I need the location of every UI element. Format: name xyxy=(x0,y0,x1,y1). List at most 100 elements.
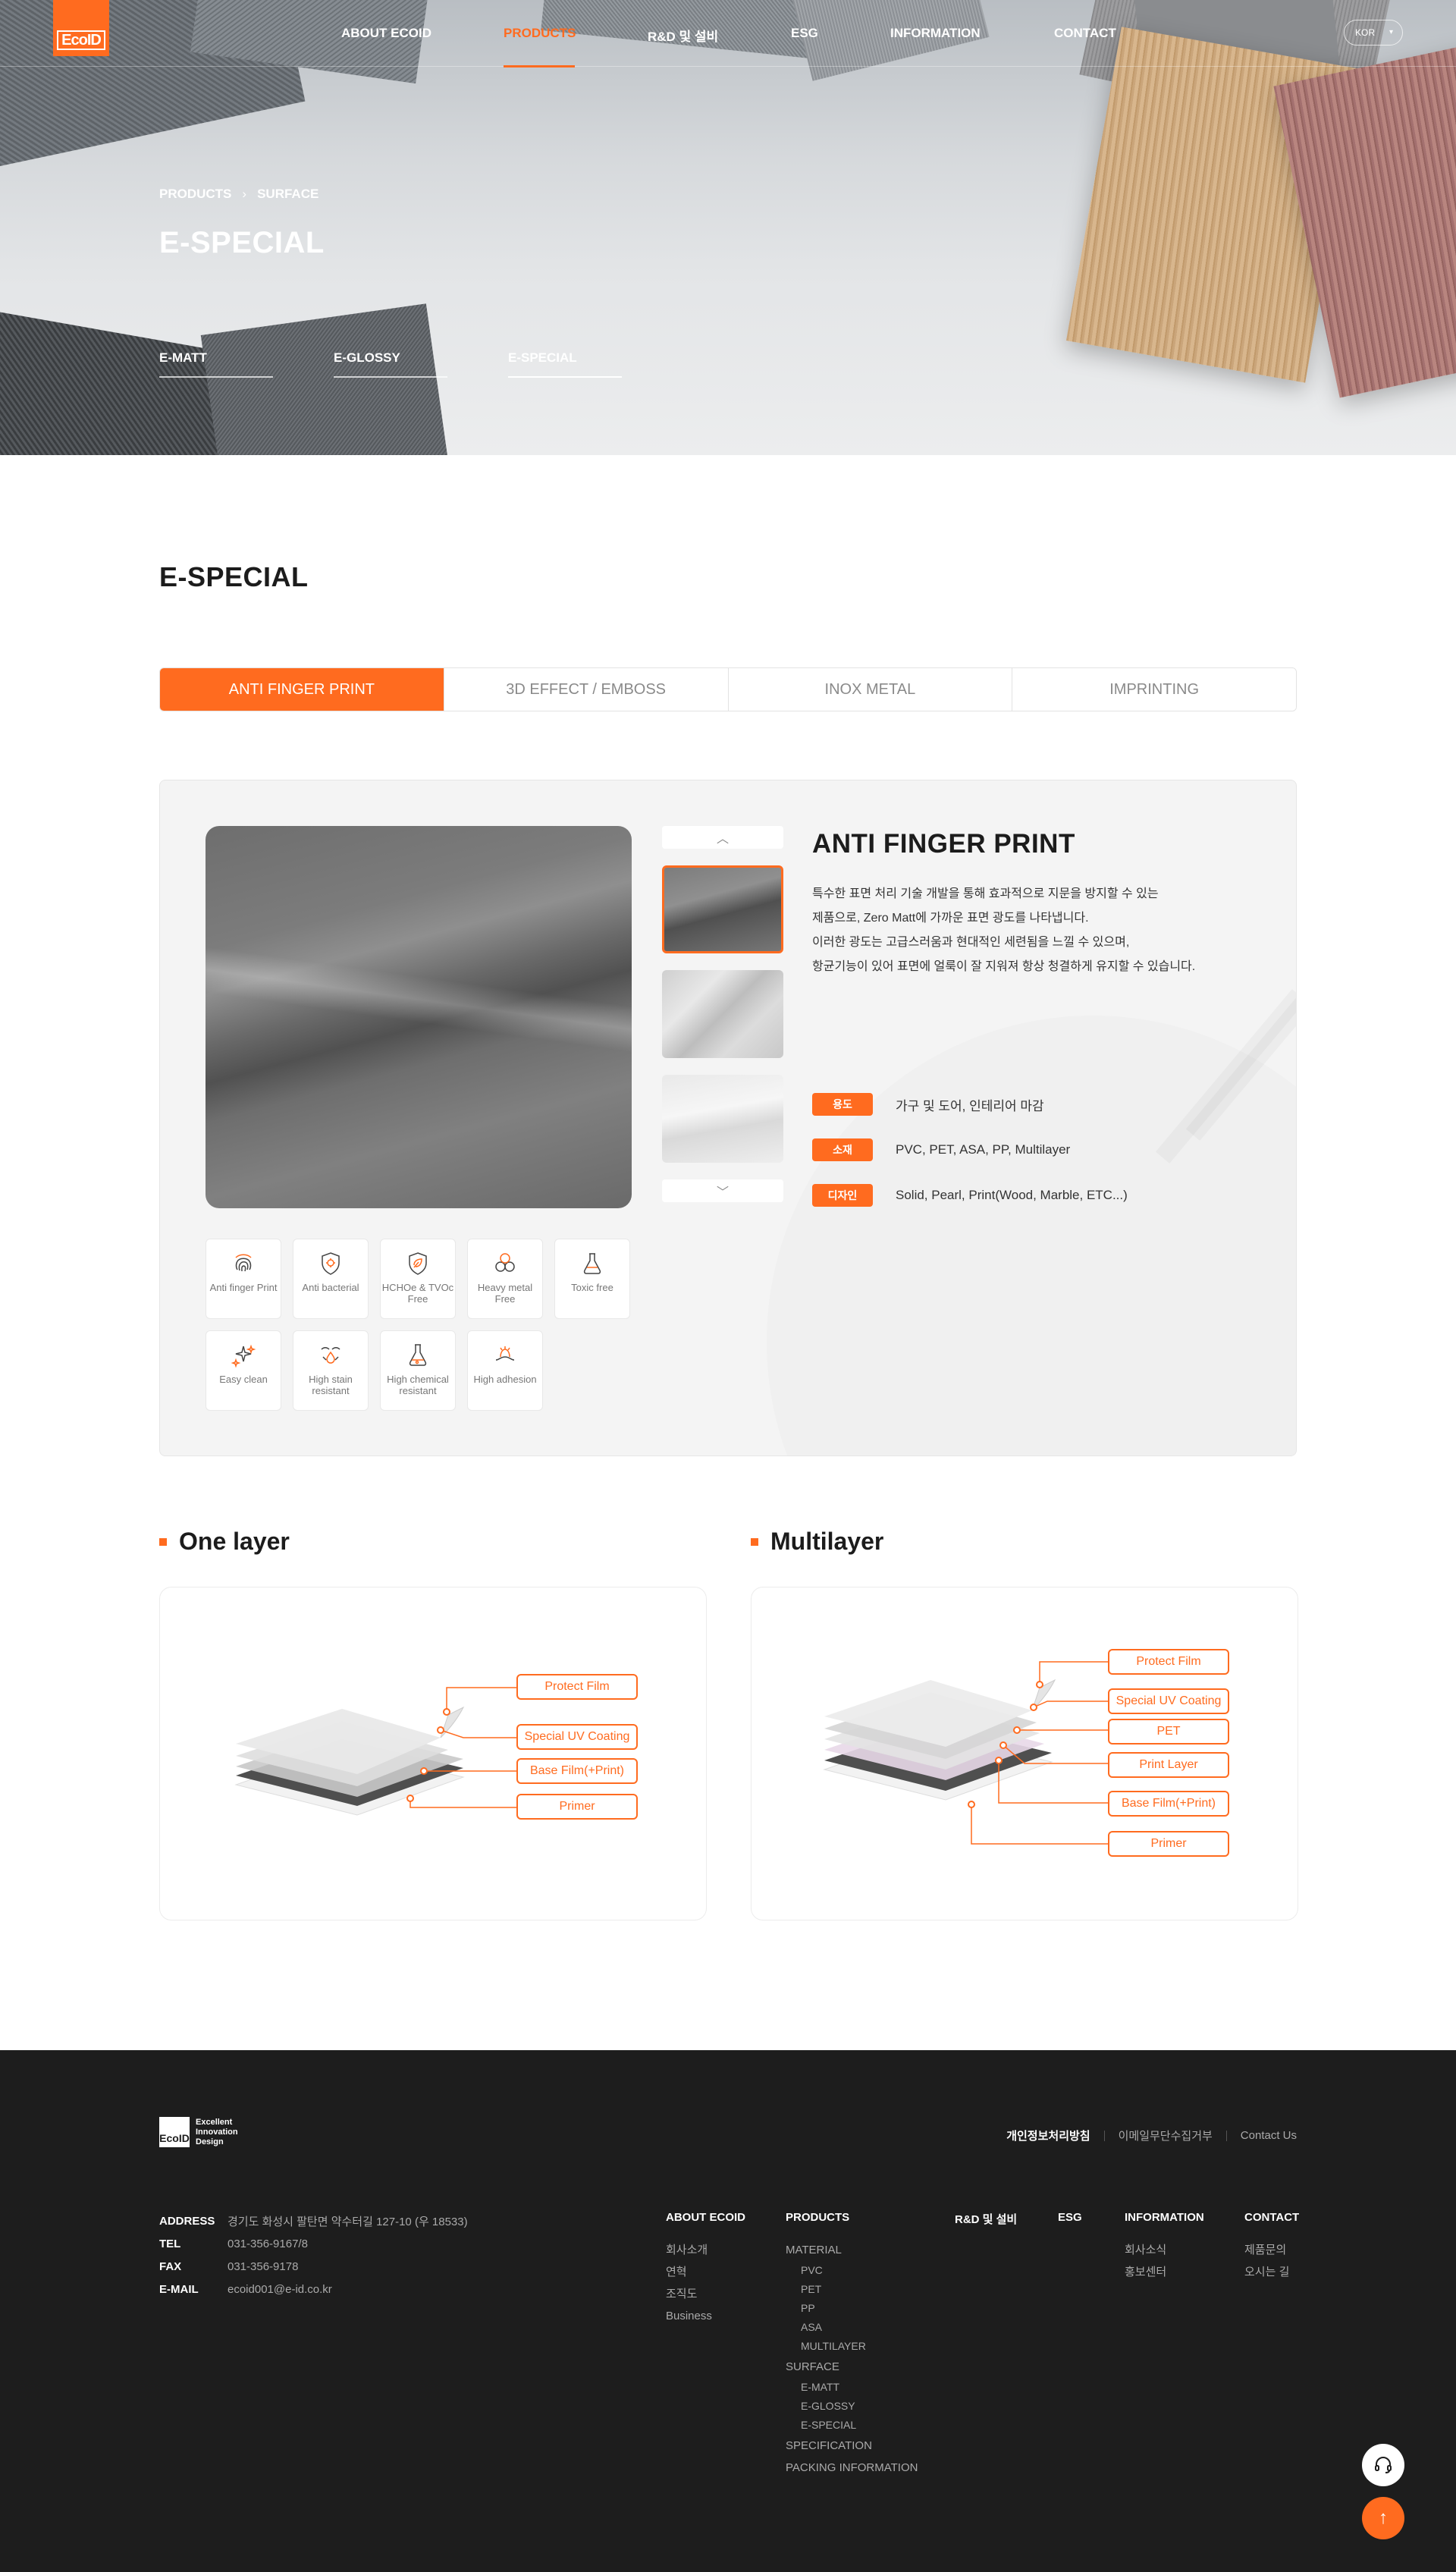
customer-support-button[interactable] xyxy=(1362,2444,1404,2486)
feature-label: Easy clean xyxy=(219,1374,268,1385)
footer-col-title[interactable]: INFORMATION xyxy=(1125,2211,1204,2224)
footer-col-contact: CONTACT 제품문의 오시는 길 xyxy=(1244,2211,1299,2283)
tab-3d-effect-emboss[interactable]: 3D EFFECT / EMBOSS xyxy=(444,668,729,711)
tagline-line: Innovation xyxy=(196,2127,238,2137)
description-line: 제품으로, Zero Matt에 가까운 표면 광도를 나타냅니다. xyxy=(812,912,1089,925)
breadcrumb-surface[interactable]: SURFACE xyxy=(257,187,318,202)
layer-label: Base Film(+Print) xyxy=(1108,1791,1229,1817)
footer-col-title[interactable]: ESG xyxy=(1058,2211,1082,2224)
footer-col-title[interactable]: CONTACT xyxy=(1244,2211,1299,2224)
layer-label: Primer xyxy=(1108,1831,1229,1857)
tab-imprinting[interactable]: IMPRINTING xyxy=(1012,668,1296,711)
footer-link[interactable]: E-SPECIAL xyxy=(786,2416,918,2435)
sparkle-icon xyxy=(231,1344,256,1368)
footer-link[interactable]: 회사소개 xyxy=(666,2239,745,2261)
molecule-icon xyxy=(495,1253,515,1272)
surface-subtabs: E-MATT E-GLOSSY E-SPECIAL xyxy=(159,350,682,378)
nav-information[interactable]: INFORMATION xyxy=(890,26,981,41)
footer-link[interactable]: 홍보센터 xyxy=(1125,2261,1204,2283)
one-layer-title: One layer xyxy=(179,1528,290,1555)
feature-high-chemical-resistant: High chemical resistant xyxy=(380,1330,456,1411)
footer-logo[interactable]: EcoID Excellent Innovation Design xyxy=(159,2117,238,2147)
footer-link[interactable]: MULTILAYER xyxy=(786,2337,918,2356)
feature-anti-bacterial: Anti bacterial xyxy=(293,1239,369,1319)
thumbnail-3[interactable] xyxy=(662,1075,783,1163)
info-key: E-MAIL xyxy=(159,2282,199,2296)
footer-col-about: ABOUT ECOID 회사소개 연혁 조직도 Business xyxy=(666,2211,745,2327)
tab-inox-metal[interactable]: INOX METAL xyxy=(728,668,1013,711)
footer-link[interactable]: Business xyxy=(666,2305,745,2327)
product-specs: 용도 가구 및 도어, 인테리어 마감 소재 PVC, PET, ASA, PP, … xyxy=(812,1093,1128,1229)
layer-label: Primer xyxy=(516,1794,638,1820)
footer-link[interactable]: 연혁 xyxy=(666,2261,745,2283)
thumbnail-list: ︿ ﹀ xyxy=(662,826,783,1202)
privacy-policy-link[interactable]: 개인정보처리방침 xyxy=(1006,2128,1090,2143)
feature-label: Anti finger Print xyxy=(209,1282,278,1293)
multilayer-diagram: Protect Film Special UV Coating PET Prin… xyxy=(751,1587,1298,1920)
footer-col-esg: ESG xyxy=(1058,2211,1082,2239)
footer-col-title[interactable]: R&D 및 설비 xyxy=(955,2211,1017,2227)
chevron-down-icon[interactable]: ﹀ xyxy=(662,1179,783,1202)
description-line: 항균기능이 있어 표면에 얼룩이 잘 지워져 항상 청결하게 유지할 수 있습니… xyxy=(812,960,1196,973)
description-line: 이러한 광도는 고급스러움과 현대적인 세련됨을 느낄 수 있으며, xyxy=(812,936,1130,949)
footer-col-information: INFORMATION 회사소식 홍보센터 xyxy=(1125,2211,1204,2283)
one-layer-heading: One layer xyxy=(159,1528,290,1556)
spec-value: 가구 및 도어, 인테리어 마감 xyxy=(896,1098,1044,1113)
multilayer-heading: Multilayer xyxy=(751,1528,883,1556)
footer-link[interactable]: PP xyxy=(786,2299,918,2318)
breadcrumb-products[interactable]: PRODUCTS xyxy=(159,187,231,202)
footer-link[interactable]: 조직도 xyxy=(666,2283,745,2305)
footer-link[interactable]: E-MATT xyxy=(786,2378,918,2397)
scroll-to-top-button[interactable]: ↑ xyxy=(1362,2497,1404,2539)
nav-rnd[interactable]: R&D 및 설비 xyxy=(648,26,718,45)
divider xyxy=(1103,2130,1105,2141)
footer-link[interactable]: MATERIAL xyxy=(786,2239,918,2261)
info-key: TEL xyxy=(159,2237,181,2250)
chevron-right-icon: › xyxy=(242,187,247,201)
footer-link[interactable]: SPECIFICATION xyxy=(786,2435,918,2457)
thumbnail-2[interactable] xyxy=(662,970,783,1058)
footer-link[interactable]: E-GLOSSY xyxy=(786,2397,918,2416)
info-key: FAX xyxy=(159,2260,182,2273)
footer-col-title[interactable]: PRODUCTS xyxy=(786,2211,918,2224)
spec-value: PVC, PET, ASA, PP, Multilayer xyxy=(896,1142,1071,1157)
arrow-up-icon: ↑ xyxy=(1379,2508,1388,2528)
nav-contact[interactable]: CONTACT xyxy=(1054,26,1116,41)
stain-icon xyxy=(321,1347,340,1364)
info-key: ADDRESS xyxy=(159,2214,215,2228)
footer-link[interactable]: 제품문의 xyxy=(1244,2239,1299,2261)
nav-products[interactable]: PRODUCTS xyxy=(504,26,576,41)
subtab-e-glossy[interactable]: E-GLOSSY xyxy=(334,350,447,378)
subtab-e-matt[interactable]: E-MATT xyxy=(159,350,273,378)
footer-link[interactable]: PVC xyxy=(786,2261,918,2280)
nav-esg[interactable]: ESG xyxy=(791,26,818,41)
footer-link[interactable]: PACKING INFORMATION xyxy=(786,2457,918,2479)
language-label: KOR xyxy=(1355,27,1376,38)
leaf-shield-icon xyxy=(409,1252,427,1275)
feature-label: High adhesion xyxy=(473,1374,537,1385)
contact-us-link[interactable]: Contact Us xyxy=(1241,2129,1297,2142)
chevron-up-icon[interactable]: ︿ xyxy=(662,826,783,849)
footer-logo-mark: EcoID xyxy=(159,2117,190,2147)
tab-anti-finger-print[interactable]: ANTI FINGER PRINT xyxy=(160,668,444,711)
top-navigation: EcoID ABOUT ECOID PRODUCTS R&D 및 설비 ESG … xyxy=(0,0,1456,68)
fingerprint-icon xyxy=(235,1254,252,1272)
footer-link[interactable]: ASA xyxy=(786,2318,918,2337)
feature-label: HCHOe & TVOc Free xyxy=(381,1282,454,1305)
footer-col-title[interactable]: ABOUT ECOID xyxy=(666,2211,745,2224)
subtab-e-special[interactable]: E-SPECIAL xyxy=(508,350,622,378)
product-main-image xyxy=(206,826,632,1208)
footer-link[interactable]: PET xyxy=(786,2280,918,2299)
email-refusal-link[interactable]: 이메일무단수집거부 xyxy=(1119,2128,1213,2143)
language-selector[interactable]: KOR ▾ xyxy=(1344,20,1403,46)
thumbnail-1[interactable] xyxy=(662,865,783,953)
feature-high-adhesion: High adhesion xyxy=(467,1330,543,1411)
footer-link[interactable]: 오시는 길 xyxy=(1244,2261,1299,2283)
footer-link[interactable]: 회사소식 xyxy=(1125,2239,1204,2261)
feature-label: High chemical resistant xyxy=(387,1374,449,1396)
breadcrumb: PRODUCTS › SURFACE xyxy=(159,187,318,202)
footer-link[interactable]: SURFACE xyxy=(786,2356,918,2378)
nav-about[interactable]: ABOUT ECOID xyxy=(341,26,431,41)
description-line: 특수한 표면 처리 기술 개발을 통해 효과적으로 지문을 방지할 수 있는 xyxy=(812,887,1159,900)
info-value: ecoid001@e-id.co.kr xyxy=(228,2282,332,2296)
